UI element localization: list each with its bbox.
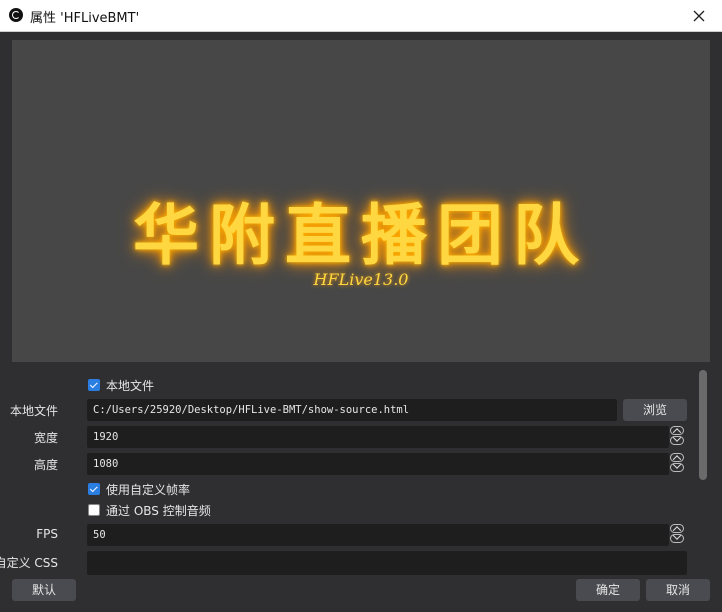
close-button[interactable]: [676, 0, 722, 31]
browse-button[interactable]: 浏览: [623, 399, 687, 421]
properties-scrollbar[interactable]: [699, 370, 707, 480]
window-title: 属性 'HFLiveBMT': [30, 11, 140, 26]
chevron-down-icon[interactable]: [670, 436, 684, 445]
height-stepper[interactable]: [670, 453, 686, 475]
local-file-checkbox-label: 本地文件: [106, 378, 155, 393]
height-label: 高度: [33, 458, 58, 472]
local-file-checkbox-row[interactable]: 本地文件: [88, 376, 154, 394]
height-row: 高度 1080: [0, 453, 700, 475]
custom-fps-checkbox[interactable]: [88, 483, 100, 495]
width-label: 宽度: [33, 431, 58, 445]
local-file-label: 本地文件: [9, 404, 58, 418]
title-bar: 属性 'HFLiveBMT': [0, 0, 722, 32]
chevron-down-icon[interactable]: [670, 534, 684, 543]
obs-logo-icon: [9, 8, 23, 22]
chevron-down-icon[interactable]: [670, 463, 684, 472]
width-row: 宽度 1920: [0, 426, 700, 448]
cancel-button[interactable]: 取消: [646, 579, 710, 601]
width-stepper[interactable]: [670, 426, 686, 448]
obs-audio-checkbox-row[interactable]: 通过 OBS 控制音频: [88, 501, 211, 519]
preview-subtitle: HFLive13.0: [313, 270, 409, 289]
fps-row: FPS 50: [0, 524, 700, 546]
height-input[interactable]: 1080: [87, 453, 669, 475]
properties-panel: 本地文件 本地文件 C:/Users/25920/Desktop/HFLive-…: [0, 370, 722, 578]
local-file-checkbox[interactable]: [88, 379, 100, 391]
custom-css-row: 自定义 CSS: [0, 551, 700, 575]
fps-label: FPS: [36, 527, 58, 541]
preview-title: 华附直播团队: [133, 196, 589, 274]
obs-audio-checkbox-label: 通过 OBS 控制音频: [106, 503, 211, 518]
close-icon: [693, 10, 705, 21]
local-file-input[interactable]: C:/Users/25920/Desktop/HFLive-BMT/show-s…: [87, 399, 617, 421]
fps-input[interactable]: 50: [87, 524, 669, 546]
ok-button[interactable]: 确定: [576, 579, 640, 601]
custom-fps-checkbox-label: 使用自定义帧率: [106, 482, 191, 497]
custom-css-label: 自定义 CSS: [0, 556, 58, 570]
local-file-row: 本地文件 C:/Users/25920/Desktop/HFLive-BMT/s…: [0, 399, 700, 421]
fps-stepper[interactable]: [670, 524, 686, 546]
obs-audio-checkbox[interactable]: [88, 504, 100, 516]
custom-css-input[interactable]: [87, 551, 687, 575]
defaults-button[interactable]: 默认: [12, 579, 76, 601]
custom-fps-checkbox-row[interactable]: 使用自定义帧率: [88, 480, 190, 498]
source-preview: 华附直播团队 HFLive13.0: [12, 40, 710, 362]
width-input[interactable]: 1920: [87, 426, 669, 448]
